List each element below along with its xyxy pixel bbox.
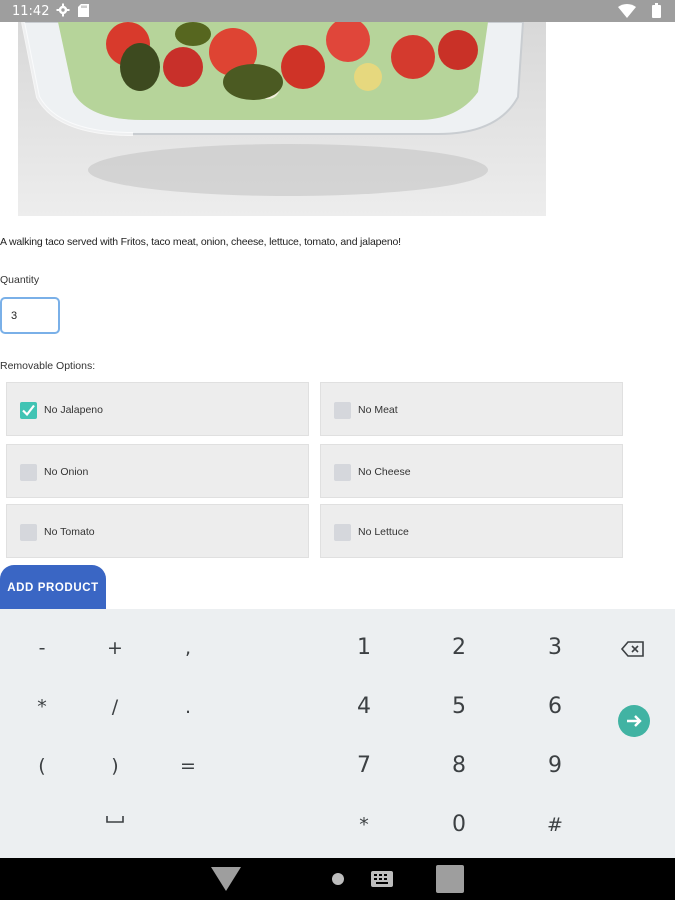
backspace-icon[interactable] <box>620 639 646 659</box>
key-equals[interactable]: = <box>158 746 218 786</box>
product-image <box>18 22 546 216</box>
key-close-paren[interactable]: ) <box>85 746 145 786</box>
key-4[interactable]: 4 <box>334 687 394 727</box>
key-minus[interactable]: - <box>12 628 72 668</box>
quantity-input[interactable] <box>0 297 60 334</box>
space-icon[interactable] <box>105 812 125 826</box>
key-open-paren[interactable]: ( <box>12 746 72 786</box>
product-description: A walking taco served with Fritos, taco … <box>0 236 401 248</box>
key-comma[interactable]: , <box>158 628 218 668</box>
key-plus[interactable]: + <box>85 628 145 668</box>
key-5[interactable]: 5 <box>429 687 489 727</box>
checkbox-icon[interactable] <box>334 464 351 481</box>
checkbox-icon[interactable] <box>20 524 37 541</box>
key-3[interactable]: 3 <box>525 628 585 668</box>
key-star[interactable]: * <box>334 805 394 845</box>
option-label: No Tomato <box>44 526 95 538</box>
key-slash[interactable]: / <box>85 687 145 727</box>
key-8[interactable]: 8 <box>429 746 489 786</box>
navigation-bar <box>0 858 675 900</box>
option-no-lettuce[interactable]: No Lettuce <box>320 504 623 558</box>
key-6[interactable]: 6 <box>525 687 585 727</box>
option-no-onion[interactable]: No Onion <box>6 444 309 498</box>
recents-icon[interactable] <box>436 865 464 893</box>
key-9[interactable]: 9 <box>525 746 585 786</box>
option-label: No Lettuce <box>358 526 409 538</box>
quantity-label: Quantity <box>0 274 40 286</box>
key-asterisk[interactable]: * <box>12 687 72 727</box>
option-no-meat[interactable]: No Meat <box>320 382 623 436</box>
home-icon[interactable] <box>331 872 345 886</box>
option-label: No Cheese <box>358 466 411 478</box>
option-no-tomato[interactable]: No Tomato <box>6 504 309 558</box>
status-time: 11:42 <box>12 4 50 19</box>
key-1[interactable]: 1 <box>334 628 394 668</box>
key-0[interactable]: 0 <box>429 805 489 845</box>
back-icon[interactable] <box>210 866 242 892</box>
option-label: No Onion <box>44 466 89 478</box>
key-7[interactable]: 7 <box>334 746 394 786</box>
checkbox-icon[interactable] <box>334 524 351 541</box>
gear-icon <box>56 3 70 17</box>
option-no-jalapeno[interactable]: No Jalapeno <box>6 382 309 436</box>
add-product-button[interactable]: ADD PRODUCT <box>0 565 106 611</box>
option-no-cheese[interactable]: No Cheese <box>320 444 623 498</box>
key-hash[interactable]: # <box>525 805 585 845</box>
numeric-keyboard: - + , 1 2 3 * / . 4 5 6 ( ) = 7 8 9 * 0 … <box>0 609 675 858</box>
checkbox-icon[interactable] <box>334 402 351 419</box>
keyboard-switch-icon[interactable] <box>371 871 393 887</box>
removable-options-label: Removable Options: <box>0 360 96 372</box>
key-period[interactable]: . <box>158 687 218 727</box>
wifi-icon <box>618 4 636 18</box>
key-2[interactable]: 2 <box>429 628 489 668</box>
checkbox-checked-icon[interactable] <box>20 402 37 419</box>
option-label: No Jalapeno <box>44 404 103 416</box>
sd-card-icon <box>78 4 89 17</box>
battery-icon <box>652 3 661 18</box>
option-label: No Meat <box>358 404 398 416</box>
status-bar: 11:42 <box>0 0 675 22</box>
go-arrow-icon[interactable] <box>618 705 650 737</box>
checkbox-icon[interactable] <box>20 464 37 481</box>
